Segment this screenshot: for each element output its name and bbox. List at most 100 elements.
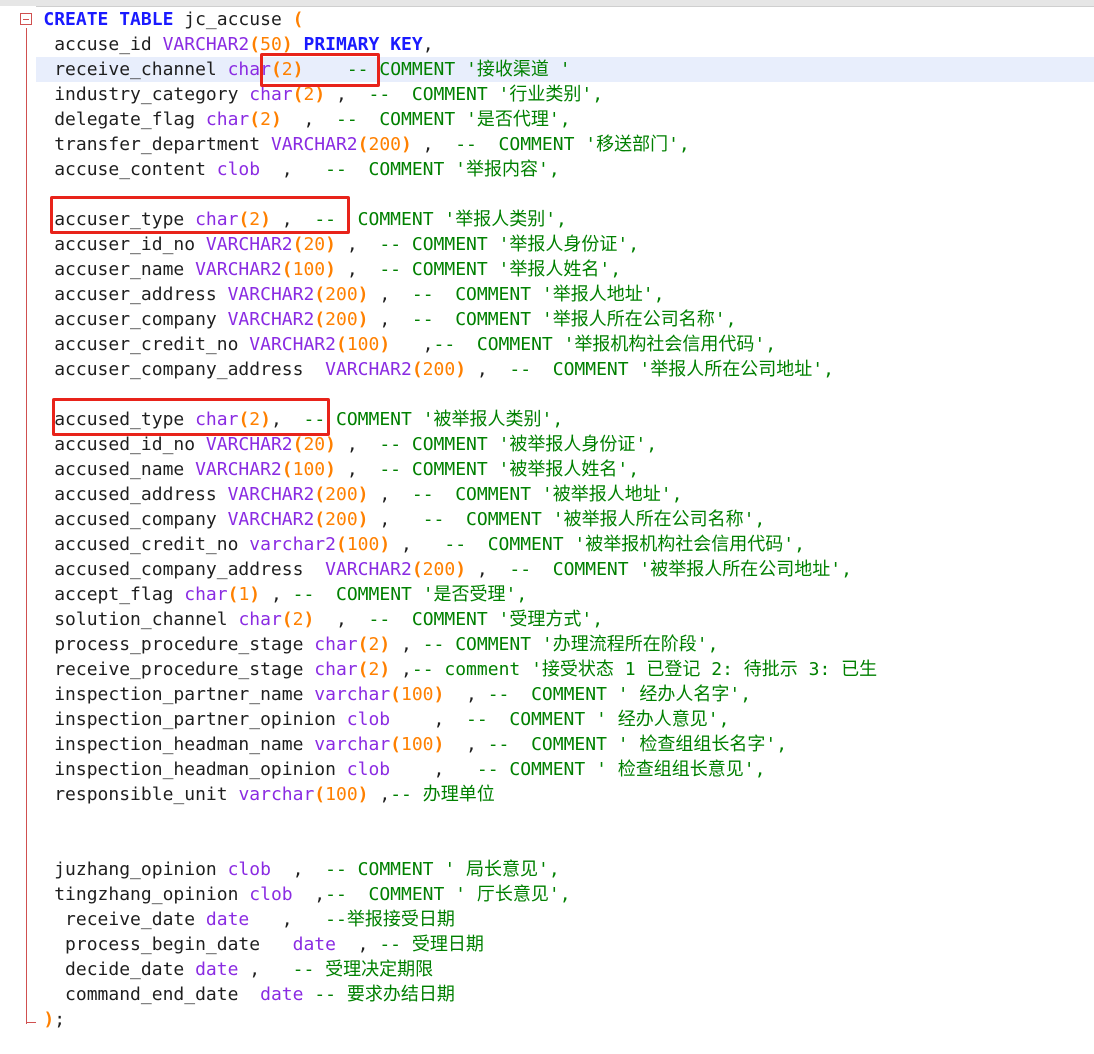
code-token: ( — [281, 259, 293, 280]
code-line[interactable]: inspection_partner_name varchar(100) , -… — [0, 682, 1094, 707]
code-line[interactable]: inspection_partner_opinion clob , -- COM… — [0, 707, 1094, 732]
code-token: 2 — [260, 109, 271, 130]
code-line[interactable]: accuser_company VARCHAR2(200) , -- COMME… — [0, 307, 1094, 332]
code-token: accuse_id — [43, 34, 163, 55]
code-token: inspection_partner_name — [43, 684, 315, 705]
code-line[interactable]: accused_company VARCHAR2(200) , -- COMME… — [0, 507, 1094, 532]
code-line[interactable] — [0, 807, 1094, 832]
code-token: accuser_name — [43, 259, 196, 280]
code-token: , — [444, 684, 488, 705]
code-line[interactable]: accuse_content clob , -- COMMENT '举报内容', — [0, 157, 1094, 182]
code-token: ( — [292, 234, 304, 255]
code-line[interactable]: command_end_date date -- 要求办结日期 — [0, 982, 1094, 1007]
code-token: , — [281, 109, 336, 130]
code-line[interactable]: accused_company_address VARCHAR2(200) , … — [0, 557, 1094, 582]
code-line[interactable]: industry_category char(2) , -- COMMENT '… — [0, 82, 1094, 107]
code-token: varchar — [314, 734, 391, 755]
code-token: ( — [357, 634, 369, 655]
code-token: , — [336, 434, 380, 455]
code-token: 100 — [346, 334, 380, 355]
code-line[interactable]: decide_date date , -- 受理决定期限 — [0, 957, 1094, 982]
code-token: -- COMMENT '办理流程所在阶段', — [422, 634, 719, 655]
code-token: VARCHAR2 — [205, 234, 293, 255]
code-token: 2 — [303, 84, 315, 105]
code-line[interactable]: accuser_company_address VARCHAR2(200) , … — [0, 357, 1094, 382]
code-token: ) — [455, 359, 467, 380]
code-editor[interactable]: CREATE TABLE jc_accuse ( accuse_id VARCH… — [0, 0, 1094, 1054]
code-token: VARCHAR2 — [325, 359, 412, 380]
code-token: ) — [325, 234, 336, 255]
code-token: varchar — [314, 684, 391, 705]
code-token: char — [184, 584, 228, 605]
code-token: -- COMMENT '举报人所在公司名称', — [411, 309, 737, 330]
code-token: 2 — [368, 634, 380, 655]
code-line[interactable]: delegate_flag char(2) , -- COMMENT '是否代理… — [0, 107, 1094, 132]
code-line[interactable]: ); — [0, 1007, 1094, 1032]
code-line[interactable]: process_begin_date date , -- 受理日期 — [0, 932, 1094, 957]
code-token: clob — [346, 709, 391, 730]
code-token: ( — [314, 284, 326, 305]
code-token: 200 — [325, 484, 358, 505]
code-line[interactable]: receive_procedure_stage char(2) ,-- comm… — [0, 657, 1094, 682]
code-token: -- COMMENT '行业类别', — [368, 84, 604, 105]
code-line[interactable]: accuse_id VARCHAR2(50) PRIMARY KEY, — [0, 32, 1094, 57]
code-line[interactable]: accuser_id_no VARCHAR2(20) , -- COMMENT … — [0, 232, 1094, 257]
code-line[interactable]: inspection_headman_name varchar(100) , -… — [0, 732, 1094, 757]
code-token: char — [238, 609, 282, 630]
code-line[interactable]: solution_channel char(2) , -- COMMENT '受… — [0, 607, 1094, 632]
code-token: , — [368, 784, 391, 805]
code-token: VARCHAR2 — [205, 434, 293, 455]
code-token: -- COMMENT '举报人类别', — [314, 209, 567, 230]
code-token: inspection_headman_opinion — [43, 759, 347, 780]
code-line[interactable]: accused_name VARCHAR2(100) , -- COMMENT … — [0, 457, 1094, 482]
code-token: -- 受理日期 — [379, 934, 484, 955]
code-token: , — [390, 334, 434, 355]
code-token: , — [411, 134, 456, 155]
code-token: --举报接受日期 — [325, 909, 455, 930]
code-token: ( — [411, 359, 423, 380]
code-token: 50 — [260, 34, 282, 55]
code-token: juzhang_opinion — [43, 859, 228, 880]
code-line[interactable]: receive_channel char(2) -- COMMENT '接收渠道… — [0, 57, 1094, 82]
code-token: 200 — [422, 559, 456, 580]
code-line[interactable]: tingzhang_opinion clob ,-- COMMENT ' 厅长意… — [0, 882, 1094, 907]
code-token: ) — [281, 34, 293, 55]
code-line[interactable]: accuser_address VARCHAR2(200) , -- COMME… — [0, 282, 1094, 307]
code-line[interactable]: accused_credit_no varchar2(100) , -- COM… — [0, 532, 1094, 557]
code-line[interactable]: process_procedure_stage char(2) , -- COM… — [0, 632, 1094, 657]
code-lines[interactable]: CREATE TABLE jc_accuse ( accuse_id VARCH… — [0, 7, 1094, 1032]
code-token: process_procedure_stage — [43, 634, 315, 655]
code-token: , — [238, 959, 293, 980]
code-line[interactable]: accept_flag char(1) , -- COMMENT '是否受理', — [0, 582, 1094, 607]
code-line[interactable]: accuser_name VARCHAR2(100) , -- COMMENT … — [0, 257, 1094, 282]
code-line[interactable]: transfer_department VARCHAR2(200) , -- C… — [0, 132, 1094, 157]
code-line[interactable]: CREATE TABLE jc_accuse ( — [0, 7, 1094, 32]
code-token: ) — [357, 284, 369, 305]
code-line[interactable] — [0, 832, 1094, 857]
code-token: 20 — [303, 234, 326, 255]
code-line[interactable]: accuser_credit_no VARCHAR2(100) ,-- COMM… — [0, 332, 1094, 357]
code-token: ) — [433, 734, 445, 755]
code-line[interactable]: accused_address VARCHAR2(200) , -- COMME… — [0, 482, 1094, 507]
code-line[interactable]: receive_date date , --举报接受日期 — [0, 907, 1094, 932]
code-line[interactable]: inspection_headman_opinion clob , -- COM… — [0, 757, 1094, 782]
code-line[interactable]: juzhang_opinion clob , -- COMMENT ' 局长意见… — [0, 857, 1094, 882]
code-line[interactable]: responsible_unit varchar(100) ,-- 办理单位 — [0, 782, 1094, 807]
